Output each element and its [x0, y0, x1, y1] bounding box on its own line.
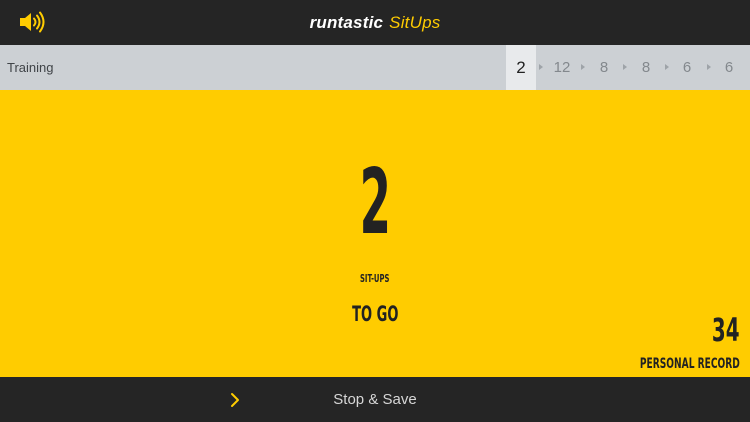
set-cell-current: 2	[506, 45, 536, 90]
counter-unit: SIT-UPS	[0, 272, 750, 286]
personal-record-text: PERSONAL RECORD	[639, 356, 740, 372]
app-logo: runtastic SitUps	[0, 0, 750, 45]
top-bar: runtastic SitUps	[0, 0, 750, 45]
set-separator-icon	[581, 64, 585, 70]
set-separator-icon	[539, 64, 543, 70]
remaining-count-value: 2	[359, 150, 391, 255]
counter-caption-text: TO GO	[351, 302, 399, 326]
set-cell: 6	[682, 59, 692, 76]
set-cell: 12	[553, 59, 571, 76]
logo-brand: runtastic	[309, 12, 384, 32]
training-bar: Training 2 12 8 8 6 6	[0, 45, 750, 90]
training-label: Training	[7, 60, 54, 75]
counter-caption: TO GO	[0, 302, 750, 327]
set-separator-icon	[623, 64, 627, 70]
set-cell: 8	[641, 59, 651, 76]
counter-unit-text: SIT-UPS	[360, 272, 390, 285]
stop-and-save-button[interactable]: Stop & Save	[0, 377, 750, 422]
stop-and-save-label: Stop & Save	[333, 391, 417, 408]
personal-record-label: PERSONAL RECORD	[586, 355, 740, 372]
remaining-count: 2	[0, 158, 750, 248]
set-cell: 8	[599, 59, 609, 76]
bottom-bar: Stop & Save	[0, 377, 750, 422]
personal-record-value: 34	[695, 312, 740, 348]
set-separator-icon	[707, 64, 711, 70]
personal-record-number: 34	[712, 311, 740, 349]
logo-product: SitUps	[389, 12, 441, 32]
set-cell: 6	[724, 59, 734, 76]
set-separator-icon	[665, 64, 669, 70]
